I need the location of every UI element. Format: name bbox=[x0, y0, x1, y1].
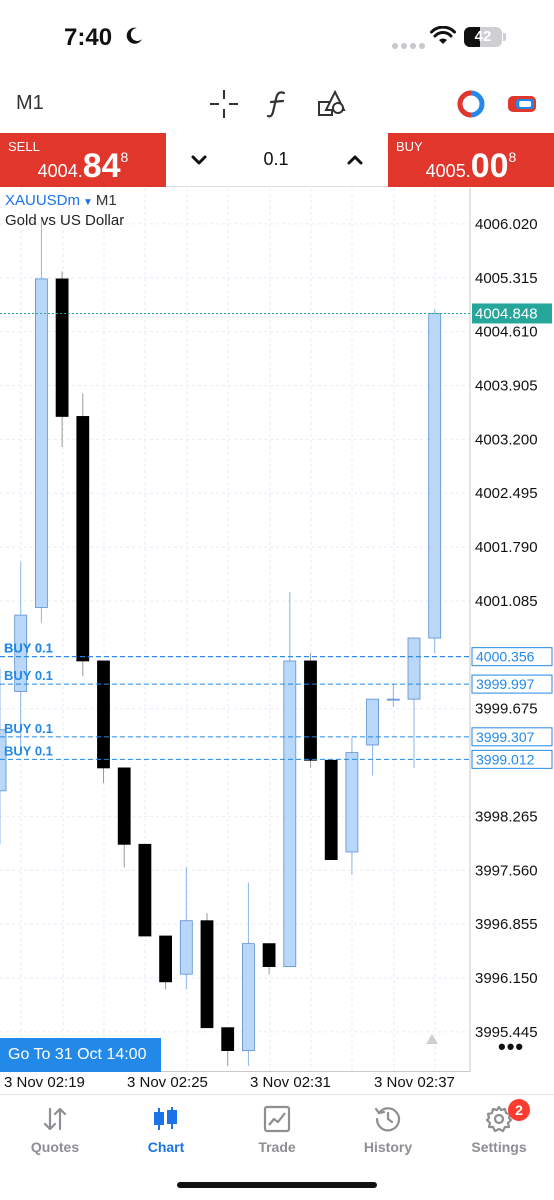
battery-icon: 42 bbox=[464, 27, 502, 47]
price-tick-label: 3997.560 bbox=[475, 862, 538, 879]
price-tick-label: 4002.495 bbox=[475, 485, 538, 502]
lot-size-control: 0.1 bbox=[166, 133, 388, 187]
trade-icon bbox=[263, 1105, 291, 1133]
quotes-icon bbox=[43, 1107, 67, 1131]
price-tick-label: 4003.200 bbox=[475, 431, 538, 448]
bull-candle bbox=[386, 698, 400, 701]
time-axis: 3 Nov 02:19 3 Nov 02:25 3 Nov 02:31 3 No… bbox=[0, 1072, 554, 1094]
time-label: 3 Nov 02:31 bbox=[250, 1074, 331, 1091]
bull-candle bbox=[283, 660, 297, 967]
sell-button[interactable]: SELL 4004.848 bbox=[0, 133, 166, 187]
price-tick-label: 3998.265 bbox=[475, 808, 538, 825]
tab-history[interactable]: History bbox=[333, 1095, 443, 1165]
function-icon[interactable] bbox=[262, 88, 294, 120]
chart-shift-marker bbox=[426, 1034, 438, 1044]
bear-candle bbox=[304, 660, 317, 761]
bear-candle bbox=[117, 767, 131, 845]
order-label: BUY 0.1 bbox=[4, 668, 53, 683]
price-tick-label: 3999.675 bbox=[475, 701, 538, 718]
bear-candle bbox=[76, 416, 90, 662]
lot-size-value[interactable]: 0.1 bbox=[226, 149, 326, 170]
price-tick-label: 4004.610 bbox=[475, 324, 538, 341]
home-indicator bbox=[177, 1182, 377, 1188]
chart-toolbar: M1 bbox=[0, 80, 554, 130]
symbol-label[interactable]: XAUUSDm ▼ M1 bbox=[5, 192, 117, 209]
status-time: 7:40 bbox=[64, 24, 113, 51]
tab-settings[interactable]: Settings bbox=[444, 1095, 554, 1165]
toggle-icon[interactable] bbox=[506, 88, 538, 120]
notification-badge: 2 bbox=[508, 1099, 530, 1121]
bull-candle bbox=[428, 313, 442, 639]
price-tick-label: 3996.855 bbox=[475, 916, 538, 933]
chart-icon bbox=[154, 1107, 177, 1130]
status-bar: 7:40 42 bbox=[0, 0, 554, 78]
crosshair-icon[interactable] bbox=[208, 88, 240, 120]
bull-candle bbox=[366, 698, 380, 746]
battery-level: 42 bbox=[474, 28, 492, 45]
bear-candle bbox=[55, 278, 69, 417]
one-click-trade-panel: SELL 4004.848 0.1 BUY 4005.008 bbox=[0, 133, 554, 187]
price-tick-label: 4003.905 bbox=[475, 378, 538, 395]
wifi-icon bbox=[430, 26, 456, 44]
symbol-description: Gold vs US Dollar bbox=[5, 212, 125, 229]
switch-icon[interactable] bbox=[455, 88, 487, 120]
order-price-label: 3999.307 bbox=[476, 729, 535, 745]
chart-canvas[interactable]: BUY 0.1 4000.356 BUY 0.1 BUY 0.1 3999.997 BUY… bbox=[0, 188, 554, 1072]
order-price-label: 4000.356 bbox=[476, 649, 535, 665]
order-label: BUY 0.1 bbox=[4, 743, 53, 758]
sell-price: 4004.848 bbox=[37, 147, 129, 185]
price-tick-label: 4005.315 bbox=[475, 270, 538, 287]
bull-candle bbox=[241, 943, 255, 1052]
signal-icon bbox=[392, 36, 428, 54]
tab-trade[interactable]: Trade bbox=[222, 1095, 332, 1165]
bull-candle bbox=[0, 729, 7, 792]
goto-date-button[interactable]: Go To 31 Oct 14:00 bbox=[0, 1038, 161, 1072]
order-label: BUY 0.1 bbox=[4, 721, 53, 736]
time-label: 3 Nov 02:19 bbox=[4, 1074, 85, 1091]
time-label: 3 Nov 02:25 bbox=[127, 1074, 208, 1091]
price-chart[interactable]: BUY 0.1 4000.356 BUY 0.1 BUY 0.1 3999.997 BUY… bbox=[0, 188, 554, 1072]
timeframe-button[interactable]: M1 bbox=[16, 92, 44, 115]
history-icon bbox=[374, 1107, 401, 1132]
bear-candle bbox=[324, 759, 338, 860]
order-label: BUY 0.1 bbox=[4, 641, 53, 656]
decrease-lot-button[interactable] bbox=[188, 149, 210, 171]
price-tick-label: 4001.085 bbox=[475, 593, 538, 610]
bear-candle bbox=[221, 1027, 235, 1052]
bull-candle bbox=[345, 752, 359, 853]
tab-quotes[interactable]: Quotes bbox=[0, 1095, 110, 1165]
bull-candle bbox=[179, 920, 193, 975]
order-price-label: 3999.012 bbox=[476, 751, 535, 767]
bear-candle bbox=[200, 920, 214, 1029]
objects-icon[interactable] bbox=[316, 88, 348, 120]
bull-candle bbox=[35, 278, 48, 608]
bear-candle bbox=[97, 660, 110, 769]
time-label: 3 Nov 02:37 bbox=[374, 1074, 455, 1091]
tab-chart[interactable]: Chart bbox=[111, 1095, 221, 1165]
buy-price: 4005.008 bbox=[425, 147, 517, 185]
bear-candle bbox=[262, 943, 276, 967]
price-tick-label: 4006.020 bbox=[475, 216, 538, 233]
moon-icon bbox=[126, 27, 142, 44]
price-tick-label: 3996.150 bbox=[475, 970, 538, 987]
bid-price-label: 4004.848 bbox=[475, 305, 538, 322]
increase-lot-button[interactable] bbox=[344, 149, 366, 171]
bear-candle bbox=[138, 843, 152, 937]
price-tick-label: 4001.790 bbox=[475, 539, 538, 556]
bull-candle bbox=[407, 637, 421, 700]
more-options-icon[interactable]: ••• bbox=[498, 1034, 524, 1060]
buy-button[interactable]: BUY 4005.008 bbox=[388, 133, 554, 187]
dropdown-icon: ▼ bbox=[83, 197, 93, 208]
bear-candle bbox=[159, 935, 173, 983]
order-price-label: 3999.997 bbox=[476, 676, 535, 692]
